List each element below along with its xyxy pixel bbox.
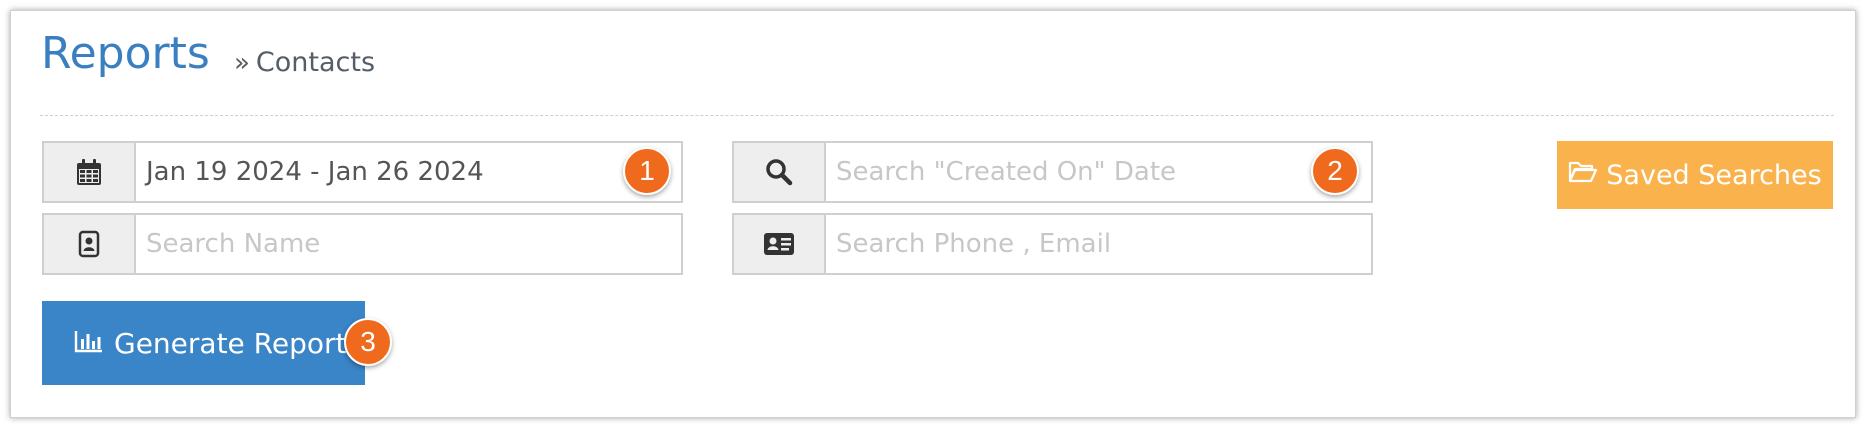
page-title: Reports [41, 28, 210, 79]
generate-report-button[interactable]: Generate Report [42, 301, 365, 385]
folder-open-icon [1568, 160, 1598, 191]
callout-badge-1: 1 [623, 147, 671, 195]
calendar-icon [44, 143, 136, 201]
created-on-search-input[interactable]: Search "Created On" Date [826, 143, 1371, 201]
search-icon [734, 143, 826, 201]
bar-chart-icon [74, 327, 104, 360]
callout-badge-3: 3 [344, 318, 392, 366]
name-search-input[interactable]: Search Name [136, 215, 681, 273]
saved-searches-button[interactable]: Saved Searches [1557, 141, 1833, 209]
date-range-value[interactable]: Jan 19 2024 - Jan 26 2024 [136, 143, 681, 201]
saved-searches-label: Saved Searches [1606, 159, 1822, 191]
contact-card-icon [44, 215, 136, 273]
created-on-search-field[interactable]: Search "Created On" Date [732, 141, 1373, 203]
generate-report-label: Generate Report [114, 326, 347, 360]
callout-badge-2: 2 [1311, 147, 1359, 195]
phone-email-search-input[interactable]: Search Phone , Email [826, 215, 1371, 273]
id-card-icon [734, 215, 826, 273]
date-range-field[interactable]: Jan 19 2024 - Jan 26 2024 [42, 141, 683, 203]
breadcrumb: » Contacts [234, 46, 375, 80]
breadcrumb-current[interactable]: Contacts [256, 47, 375, 78]
phone-email-search-field[interactable]: Search Phone , Email [732, 213, 1373, 275]
header-divider [40, 115, 1834, 116]
name-search-field[interactable]: Search Name [42, 213, 683, 275]
breadcrumb-separator: » [234, 48, 250, 78]
